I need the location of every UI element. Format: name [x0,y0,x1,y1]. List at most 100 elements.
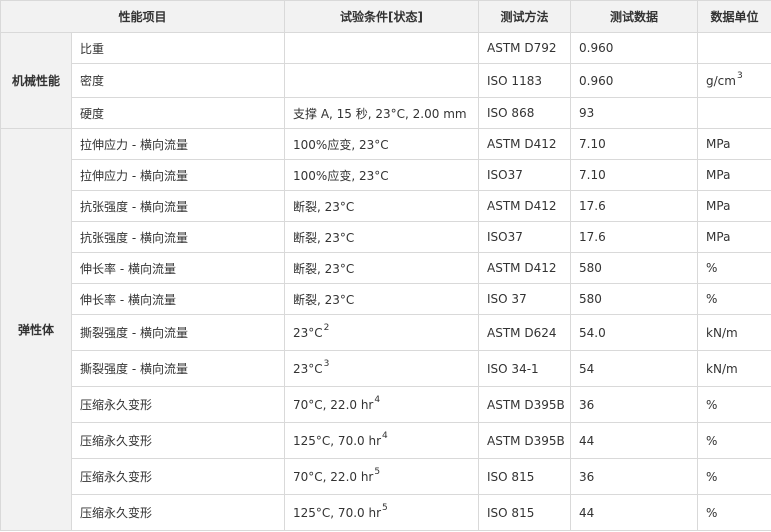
data-unit: % [697,422,771,459]
header-unit: 数据单位 [697,0,771,33]
test-method: ISO 34-1 [478,350,572,387]
test-condition: 125°C, 70.0 hr5 [284,494,480,531]
test-method: ISO37 [478,159,572,191]
table-row: 压缩永久变形 70°C, 22.0 hr4 ASTM D395B 36% [1,386,771,423]
data-unit: kN/m [697,314,771,351]
header-property: 性能项目 [0,0,286,33]
test-condition: 23°C3 [284,350,480,387]
test-method: ASTM D624 [478,314,572,351]
table-row: 伸长率 - 横向流量 断裂, 23°C ISO 37 580% [1,283,771,315]
table-row: 压缩永久变形 125°C, 70.0 hr5 ISO 815 44% [1,494,771,531]
property-name: 密度 [70,63,286,98]
test-value: 0.960 [570,63,699,98]
category-label: 弹性体 [0,128,72,531]
table-row: 压缩永久变形 125°C, 70.0 hr4 ASTM D395B 44% [1,422,771,459]
data-unit: % [697,252,771,284]
unit-text: % [706,469,718,484]
condition-text: 125°C, 70.0 hr [293,433,381,448]
condition-text: 70°C, 22.0 hr [293,397,374,412]
table-row: 机械性能 比重 ASTM D792 0.960 [0,32,771,129]
test-value: 7.10 [570,128,699,160]
test-value: 93 [570,97,699,129]
condition-text: 125°C, 70.0 hr [293,505,381,520]
properties-table: 性能项目 试验条件[状态] 测试方法 测试数据 数据单位 机械性能 比重 ASTM … [0,0,771,531]
test-method: ASTM D395B [478,422,572,459]
header-method: 测试方法 [478,0,572,33]
test-value: 54.0 [570,314,699,351]
data-unit: MPa [697,128,771,160]
test-method: ASTM D412 [478,190,572,222]
condition-text: 100%应变, 23°C [293,137,389,152]
test-method: ISO 815 [478,458,572,495]
data-unit: kN/m [697,350,771,387]
property-name: 比重 [70,32,286,64]
property-name: 压缩永久变形 [70,386,286,423]
data-unit: g/cm3 [697,63,771,98]
data-unit: MPa [697,190,771,222]
property-name: 压缩永久变形 [70,458,286,495]
table-row: 弹性体 拉伸应力 - 横向流量 100%应变, 23°C ASTM D412 7.10 M… [0,128,771,531]
table-row: 伸长率 - 横向流量 断裂, 23°C ASTM D412 580% [1,252,771,284]
condition-text: 100%应变, 23°C [293,168,389,183]
test-condition: 断裂, 23°C [284,252,480,284]
data-unit: % [697,283,771,315]
property-name: 压缩永久变形 [70,494,286,531]
condition-footnote: 3 [323,358,330,369]
table-row: 撕裂强度 - 横向流量 23°C3 ISO 34-1 54 kN/m [1,350,771,387]
unit-text: MPa [706,168,731,182]
test-method: ASTM D395B [478,386,572,423]
test-condition [284,63,480,98]
header-value: 测试数据 [570,0,699,33]
condition-text: 支撑 A, 15 秒, 23°C, 2.00 mm [293,106,467,121]
test-value: 36 [570,458,699,495]
test-method: ISO 1183 [478,63,572,98]
data-unit: % [697,386,771,423]
test-condition: 100%应变, 23°C [284,159,480,191]
test-value: 36 [570,386,699,423]
condition-footnote: 5 [374,466,381,477]
test-method: ASTM D412 [478,252,572,284]
test-value: 580 [570,252,699,284]
table-row: 抗张强度 - 横向流量 断裂, 23°C ISO37 17.6 MPa [1,221,771,253]
property-name: 压缩永久变形 [70,422,286,459]
unit-text: MPa [706,230,731,244]
data-unit [697,97,771,129]
test-condition: 断裂, 23°C [284,221,480,253]
table-row: 硬度 支撑 A, 15 秒, 23°C, 2.00 mm ISO 868 93 [1,97,771,129]
property-name: 拉伸应力 - 横向流量 [70,128,286,160]
test-value: 580 [570,283,699,315]
condition-footnote: 2 [323,322,330,333]
data-unit: % [697,458,771,495]
test-condition: 70°C, 22.0 hr4 [284,386,480,423]
test-value: 44 [570,422,699,459]
condition-text: 断裂, 23°C [293,230,355,245]
condition-footnote: 5 [382,502,388,513]
data-unit: MPa [697,221,771,253]
table-header-row: 性能项目 试验条件[状态] 测试方法 测试数据 数据单位 [0,0,771,33]
test-method: ASTM D792 [478,32,572,64]
category-label: 机械性能 [0,32,72,129]
test-value: 17.6 [570,221,699,253]
test-condition: 100%应变, 23°C [284,128,480,160]
condition-text: 断裂, 23°C [293,292,355,307]
property-name: 伸长率 - 横向流量 [70,283,286,315]
test-condition: 125°C, 70.0 hr4 [284,422,480,459]
property-name: 抗张强度 - 横向流量 [70,190,286,222]
property-name: 撕裂强度 - 横向流量 [70,314,286,351]
table-row: 压缩永久变形 70°C, 22.0 hr5 ISO 815 36% [1,458,771,495]
test-condition: 70°C, 22.0 hr5 [284,458,480,495]
unit-text: MPa [706,137,731,151]
table-row: 密度 ISO 1183 0.960 g/cm3 [1,63,771,98]
condition-text: 断裂, 23°C [293,199,355,214]
test-method: ISO 815 [478,494,572,531]
unit-text: % [706,292,718,306]
data-unit: % [697,494,771,531]
unit-text: g/cm [706,73,736,88]
header-condition: 试验条件[状态] [284,0,480,33]
unit-text: % [706,505,718,520]
test-value: 17.6 [570,190,699,222]
property-name: 抗张强度 - 横向流量 [70,221,286,253]
table-row: 撕裂强度 - 横向流量 23°C2 ASTM D624 54.0 kN/m [1,314,771,351]
test-value: 7.10 [570,159,699,191]
condition-text: 23°C [293,325,323,340]
